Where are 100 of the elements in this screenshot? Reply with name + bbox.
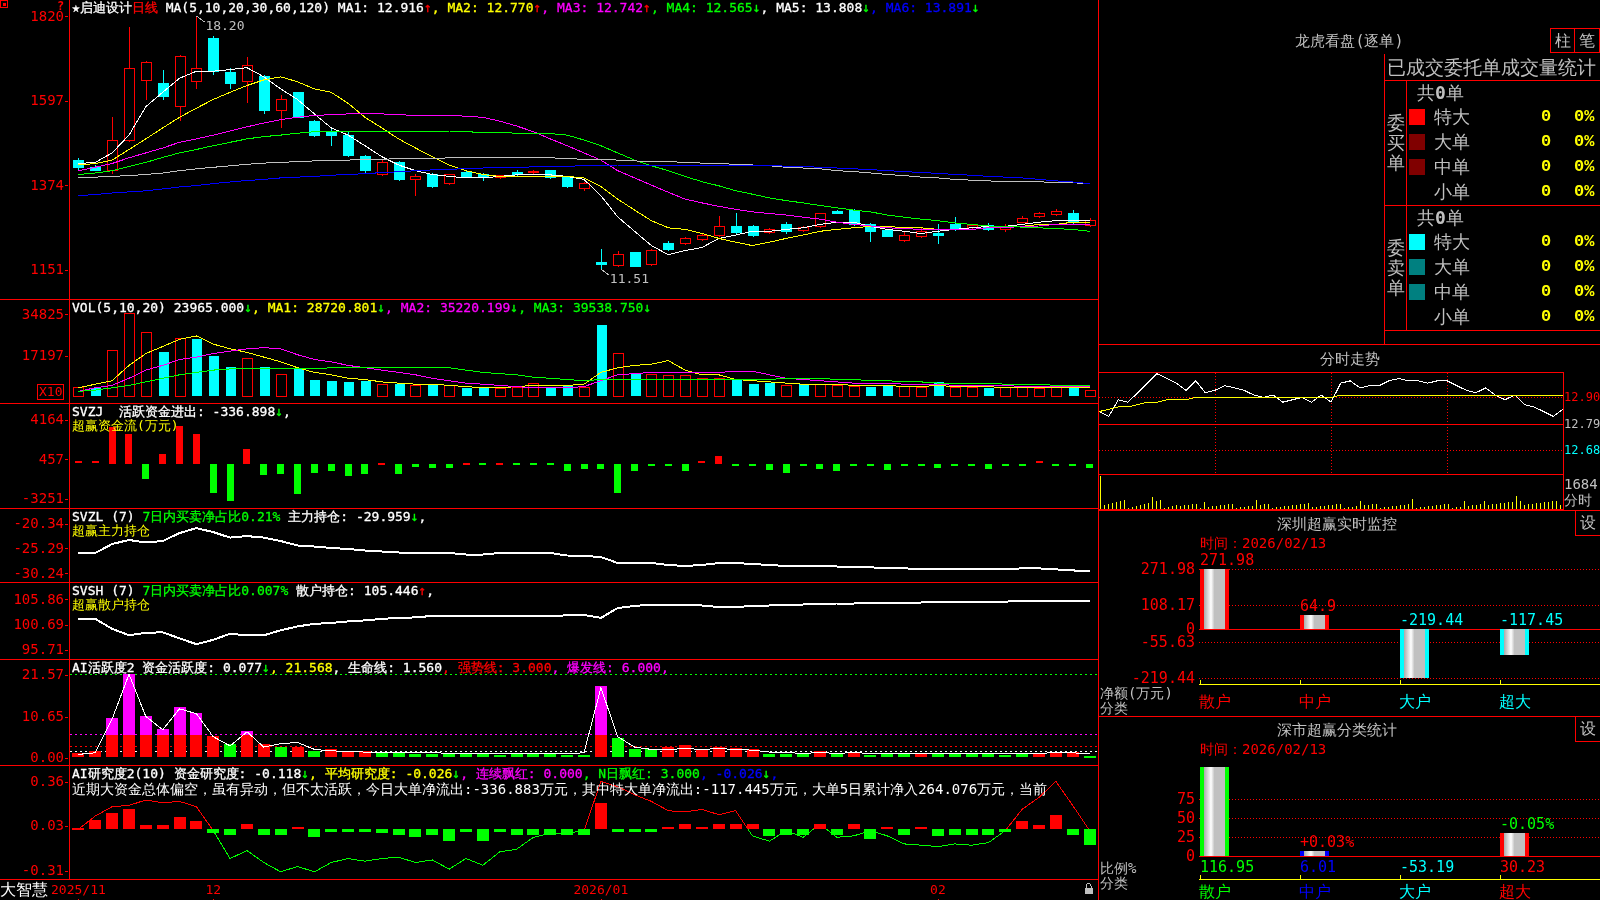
activity-bar	[207, 736, 220, 758]
trend-arrow: ↓	[377, 300, 386, 315]
research-bar	[72, 828, 85, 831]
activity-bar	[746, 748, 759, 758]
order-count: 0	[1541, 256, 1552, 277]
activity-bar	[443, 754, 456, 758]
activity-bar	[510, 754, 523, 758]
trend-arrow: ↓	[275, 404, 284, 419]
volume-bar	[680, 375, 691, 397]
research-bar	[139, 825, 152, 830]
research-bar	[594, 802, 607, 830]
research-bar	[89, 819, 102, 830]
settings-button[interactable]: 设	[1575, 511, 1600, 536]
activity-bar	[139, 715, 152, 735]
volume-bar	[377, 383, 388, 397]
volume-bar	[1051, 387, 1062, 397]
fund-flow-bar	[765, 463, 773, 470]
candlestick	[1017, 216, 1028, 224]
axis-tick-label: -55.63	[1140, 634, 1195, 650]
bar	[1300, 614, 1329, 630]
volume-bar	[276, 374, 287, 397]
fund-flow-bar	[546, 462, 554, 465]
activity-bar	[426, 753, 439, 758]
volume-bar	[815, 383, 826, 397]
trend-arrow: ↑	[418, 583, 427, 598]
axis-tick-label: 1597	[30, 93, 68, 108]
research-bar	[628, 829, 641, 832]
fund-flow-bar	[260, 463, 268, 476]
research-bar	[342, 829, 355, 832]
legend-text: SVZL (7)	[72, 509, 135, 524]
activity-bar	[291, 747, 304, 758]
research-bar	[156, 825, 169, 830]
legend-text: , -0.026	[699, 766, 763, 781]
research-bar	[931, 829, 944, 836]
activity-bar	[561, 755, 574, 758]
volume-bar	[1068, 387, 1079, 397]
volume-bar	[832, 384, 843, 397]
fund-flow-bar	[74, 461, 82, 464]
fund-flow-bar	[984, 463, 992, 469]
axis-title: 净额(万元)	[1100, 686, 1173, 701]
fund-flow-bar	[749, 463, 757, 466]
fund-flow-bar	[513, 462, 521, 465]
order-share: 0%	[1574, 131, 1595, 152]
research-bar	[544, 829, 557, 835]
activity-bar	[712, 747, 725, 758]
volume-bar	[849, 386, 860, 397]
volume-bar	[764, 383, 775, 397]
category-label: 大户	[1398, 884, 1431, 900]
view-toggle-button[interactable]: 笔	[1575, 28, 1600, 53]
research-bar	[611, 829, 624, 832]
research-bar	[982, 829, 995, 835]
legend-separator: ,	[426, 583, 435, 598]
volume-bar	[882, 385, 893, 397]
activity-bar	[190, 713, 203, 735]
fund-flow-bar	[917, 463, 925, 466]
order-count: 0	[1541, 156, 1552, 177]
activity-bar	[898, 754, 911, 758]
fund-flow-bar	[563, 463, 571, 471]
activity-bar	[274, 747, 287, 758]
research-bar	[561, 829, 574, 835]
fund-flow-bar	[1018, 463, 1026, 466]
order-size-label: 中单	[1434, 281, 1470, 302]
category-label: 中户	[1298, 884, 1331, 900]
order-total: 共0单	[1417, 82, 1464, 103]
order-size-label: 大单	[1434, 256, 1470, 277]
research-bar	[106, 813, 119, 830]
research-bar	[645, 829, 658, 832]
research-bar	[274, 829, 287, 835]
fund-flow-bar	[782, 463, 790, 474]
settings-button[interactable]: 设	[1575, 717, 1600, 742]
fund-flow-bar	[715, 456, 723, 464]
fund-flow-bar	[529, 462, 537, 465]
order-share: 0%	[1574, 156, 1595, 177]
volume-bar	[630, 373, 641, 397]
axis-tick-label: 105.86	[13, 591, 68, 606]
activity-bar	[830, 754, 843, 758]
volume-bar	[748, 384, 759, 397]
research-bar	[847, 823, 860, 830]
volume-bar	[1017, 387, 1028, 397]
fund-flow-bar	[209, 463, 217, 494]
view-toggle-button[interactable]: 柱	[1550, 28, 1575, 53]
research-bar	[813, 823, 826, 830]
fund-flow-bar	[968, 463, 976, 466]
activity-bar	[476, 754, 489, 758]
fund-flow-bar	[580, 463, 588, 469]
fund-flow-bar	[462, 462, 470, 465]
fund-flow-bar	[934, 463, 942, 468]
trend-arrow: ↓	[762, 766, 771, 781]
research-bar	[1049, 814, 1062, 830]
research-bar	[375, 829, 388, 834]
research-bar	[915, 826, 928, 830]
research-bar	[426, 829, 439, 835]
volume-bar	[360, 380, 371, 397]
square-icon[interactable]	[0, 0, 8, 8]
legend-separator: ,	[283, 404, 291, 419]
fund-flow-bar	[344, 463, 352, 477]
axis-tick-label: 17197	[21, 348, 68, 363]
lock-icon[interactable]	[1084, 883, 1093, 894]
legend-text: AI研究度2(10)	[72, 766, 166, 781]
help-mark[interactable]: ?	[57, 0, 65, 12]
